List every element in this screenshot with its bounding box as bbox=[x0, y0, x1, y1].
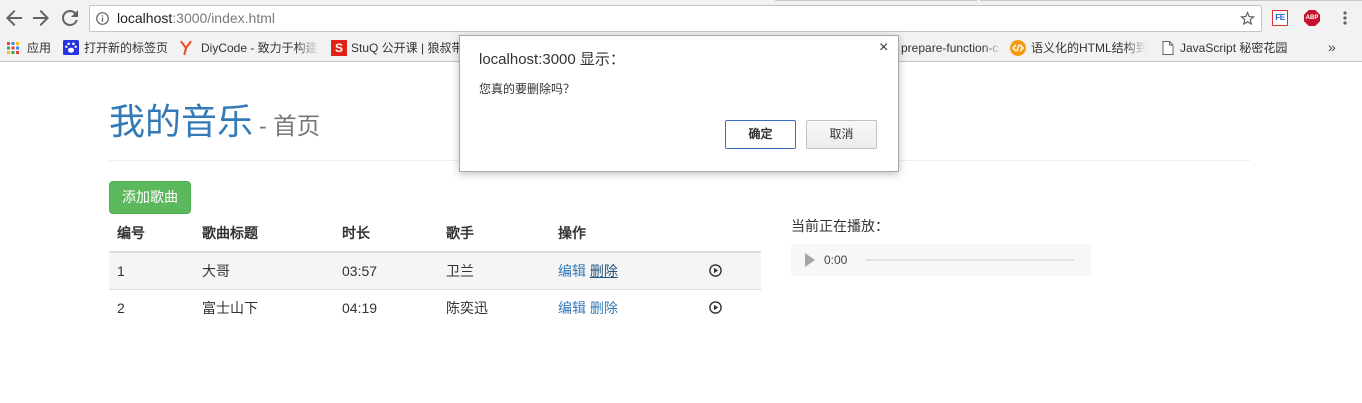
tab-strip-edge bbox=[980, 0, 1362, 1]
page-title-sub: - 首页 bbox=[259, 113, 321, 139]
baidu-paw-icon bbox=[63, 40, 79, 55]
song-title: 富士山下 bbox=[194, 289, 334, 326]
edit-link[interactable]: 编辑 bbox=[558, 263, 586, 279]
add-song-button[interactable]: 添加歌曲 bbox=[109, 181, 191, 214]
song-id: 2 bbox=[109, 289, 194, 326]
stuq-icon: S bbox=[331, 40, 347, 56]
code-circle-icon bbox=[1010, 40, 1026, 56]
url-text[interactable]: localhost:3000/index.html bbox=[117, 9, 275, 28]
reload-icon bbox=[62, 10, 78, 26]
page-icon bbox=[1162, 41, 1174, 55]
song-singer: 卫兰 bbox=[438, 251, 550, 290]
now-playing-label: 当前正在播放： bbox=[791, 218, 889, 234]
play-triangle-icon[interactable] bbox=[805, 253, 815, 267]
bookmark-javascript-garden[interactable]: JavaScript 秘密花园 bbox=[1158, 36, 1290, 61]
url-host: localhost bbox=[117, 10, 173, 26]
url-path: :3000/index.html bbox=[172, 10, 275, 26]
song-id: 1 bbox=[109, 251, 194, 290]
bookmark-label: StuQ 公开课 | 狼叔带 bbox=[351, 41, 464, 55]
bookmark-stuq[interactable]: S StuQ 公开课 | 狼叔带 bbox=[328, 36, 468, 61]
bookmark-label: 应用 bbox=[27, 41, 52, 55]
song-play-cell bbox=[700, 251, 761, 290]
reload-button[interactable] bbox=[62, 10, 78, 26]
bookmarks-overflow-button[interactable]: » bbox=[1328, 39, 1336, 56]
header-duration: 时长 bbox=[334, 215, 438, 253]
header-actions: 操作 bbox=[550, 215, 700, 253]
arrow-right-icon bbox=[33, 10, 49, 26]
song-duration: 04:19 bbox=[334, 289, 438, 326]
tab-strip-edge bbox=[775, 0, 977, 1]
apps-grid-icon bbox=[7, 42, 19, 54]
bookmark-diycode[interactable]: DiyCode - 致力于构建 bbox=[177, 36, 322, 61]
bookmark-label: 语义化的HTML结构到 bbox=[1031, 41, 1147, 55]
cancel-button[interactable]: 取消 bbox=[806, 120, 877, 149]
delete-link[interactable]: 删除 bbox=[590, 300, 618, 316]
header-id: 编号 bbox=[109, 215, 194, 253]
bookmark-new-tab[interactable]: 打开新的标签页 bbox=[60, 36, 172, 61]
player-progress-track[interactable] bbox=[866, 259, 1074, 261]
back-button[interactable] bbox=[6, 10, 22, 26]
info-circle-icon[interactable] bbox=[96, 12, 109, 25]
page-title-main: 我的音乐 bbox=[109, 101, 254, 142]
song-actions: 编辑 删除 bbox=[550, 289, 700, 326]
dialog-close-button[interactable]: × bbox=[879, 39, 888, 57]
dialog-title: localhost:3000 显示： bbox=[479, 51, 625, 68]
table-header-row: 编号 歌曲标题 时长 歌手 操作 bbox=[109, 215, 761, 253]
bookmark-apps[interactable]: 应用 bbox=[4, 36, 54, 61]
table-row: 1 大哥 03:57 卫兰 编辑 删除 bbox=[109, 251, 761, 290]
delete-link[interactable]: 删除 bbox=[590, 263, 618, 279]
song-title: 大哥 bbox=[194, 251, 334, 290]
confirm-button[interactable]: 确定 bbox=[725, 120, 796, 149]
browser-toolbar: localhost:3000/index.html FE ABP bbox=[0, 0, 1362, 36]
header-singer: 歌手 bbox=[438, 215, 550, 253]
header-play bbox=[700, 215, 761, 253]
address-bar[interactable]: localhost:3000/index.html bbox=[89, 5, 1262, 32]
adblock-plus-extension-button[interactable]: ABP bbox=[1304, 10, 1320, 26]
arrow-left-icon bbox=[6, 10, 22, 26]
header-title: 歌曲标题 bbox=[194, 215, 334, 253]
dialog-message: 您真的要删除吗？ bbox=[479, 82, 576, 96]
diycode-icon bbox=[179, 40, 193, 56]
edit-link[interactable]: 编辑 bbox=[558, 300, 586, 316]
song-play-cell bbox=[700, 289, 761, 326]
page-title: 我的音乐 - 首页 bbox=[109, 100, 320, 152]
browser-menu-button[interactable] bbox=[1341, 10, 1349, 26]
table-row: 2 富士山下 04:19 陈奕迅 编辑 删除 bbox=[109, 289, 761, 326]
song-actions: 编辑 删除 bbox=[550, 251, 700, 290]
songs-table: 编号 歌曲标题 时长 歌手 操作 1 大哥 03:57 卫兰 编辑 删除 2 富… bbox=[109, 215, 761, 326]
bookmark-label: JavaScript 秘密花园 bbox=[1180, 41, 1288, 55]
player-current-time: 0:00 bbox=[824, 253, 848, 267]
forward-button[interactable] bbox=[33, 10, 49, 26]
confirm-dialog: localhost:3000 显示： × 您真的要删除吗？ 确定 取消 bbox=[459, 35, 899, 172]
bookmark-label: DiyCode - 致力于构建 bbox=[201, 41, 318, 55]
bookmark-semantic-html[interactable]: 语义化的HTML结构到 bbox=[1007, 36, 1152, 61]
audio-player: 0:00 bbox=[791, 244, 1091, 276]
star-outline-icon[interactable] bbox=[1240, 11, 1255, 26]
song-singer: 陈奕迅 bbox=[438, 289, 550, 326]
fehelper-extension-button[interactable]: FE bbox=[1272, 10, 1288, 26]
play-circle-icon[interactable] bbox=[709, 301, 722, 314]
three-dots-vertical-icon bbox=[1343, 11, 1347, 25]
play-circle-icon[interactable] bbox=[709, 264, 722, 277]
bookmark-label: prepare-function-c bbox=[901, 41, 999, 55]
song-duration: 03:57 bbox=[334, 251, 438, 290]
bookmark-label: 打开新的标签页 bbox=[84, 41, 169, 55]
